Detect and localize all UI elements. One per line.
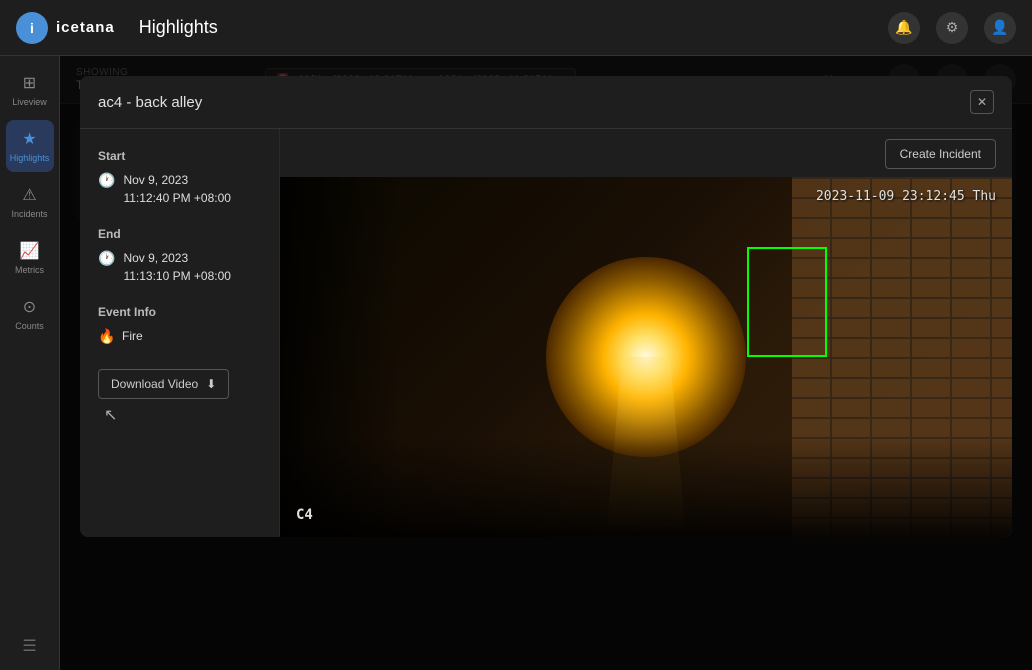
start-info-row: 🕐 Nov 9, 2023 11:12:40 PM +08:00 <box>98 171 261 207</box>
user-button[interactable]: 👤 <box>984 12 1016 44</box>
modal-video-panel: Create Incident <box>280 129 1012 537</box>
sidebar-item-incidents[interactable]: ⚠ Incidents <box>6 176 54 228</box>
liveview-icon: ⊞ <box>23 73 36 93</box>
end-clock-icon: 🕐 <box>98 250 115 267</box>
event-tag-label: Fire <box>122 329 143 343</box>
event-tag-row: 🔥 Fire <box>98 327 261 345</box>
highlight-detail-modal: ac4 - back alley ✕ Start 🕐 <box>80 76 1012 537</box>
notifications-icon: 🔔 <box>895 19 912 36</box>
sidebar-item-incidents-label: Incidents <box>11 209 47 219</box>
video-player[interactable]: 2023-11-09 23:12:45 Thu C4 <box>280 177 1012 537</box>
video-timestamp: 2023-11-09 23:12:45 Thu <box>816 189 996 204</box>
download-icon: ⬇ <box>206 377 216 391</box>
start-clock-icon: 🕐 <box>98 172 115 189</box>
end-label: End <box>98 227 261 241</box>
start-datetime: Nov 9, 2023 11:12:40 PM +08:00 <box>123 171 231 207</box>
metrics-icon: 📈 <box>20 241 40 261</box>
sidebar-item-liveview[interactable]: ⊞ Liveview <box>6 64 54 116</box>
sidebar-item-highlights[interactable]: ★ Highlights <box>6 120 54 172</box>
sidebar-item-metrics-label: Metrics <box>15 265 44 275</box>
notifications-button[interactable]: 🔔 <box>888 12 920 44</box>
sidebar-menu-toggle[interactable]: ☰ <box>6 630 54 662</box>
modal-close-button[interactable]: ✕ <box>970 90 994 114</box>
download-label: Download Video <box>111 377 198 391</box>
end-info-row: 🕐 Nov 9, 2023 11:13:10 PM +08:00 <box>98 249 261 285</box>
counts-icon: ⊙ <box>23 297 36 317</box>
page-title: Highlights <box>139 17 888 38</box>
event-info-label: Event Info <box>98 305 261 319</box>
create-incident-button[interactable]: Create Incident <box>885 139 996 169</box>
modal-title: ac4 - back alley <box>98 94 202 111</box>
modal-header: ac4 - back alley ✕ <box>80 76 1012 129</box>
video-background: 2023-11-09 23:12:45 Thu C4 <box>280 177 1012 537</box>
sidebar-item-metrics[interactable]: 📈 Metrics <box>6 232 54 284</box>
end-section: End 🕐 Nov 9, 2023 11:13:10 PM +08:00 <box>98 227 261 285</box>
end-date: Nov 9, 2023 <box>123 249 231 267</box>
sidebar-item-liveview-label: Liveview <box>12 97 47 107</box>
create-incident-label: Create Incident <box>900 147 981 161</box>
menu-icon: ☰ <box>22 636 36 656</box>
logo-icon: i <box>16 12 48 44</box>
user-icon: 👤 <box>991 19 1008 36</box>
app-logo: i icetana <box>16 12 115 44</box>
start-label: Start <box>98 149 261 163</box>
fire-icon: 🔥 <box>98 327 116 345</box>
topbar: i icetana Highlights 🔔 ⚙ 👤 <box>0 0 1032 56</box>
sidebar: ⊞ Liveview ★ Highlights ⚠ Incidents 📈 Me… <box>0 56 60 670</box>
close-icon: ✕ <box>977 95 987 109</box>
settings-button[interactable]: ⚙ <box>936 12 968 44</box>
cursor-indicator: ↖ <box>104 405 261 425</box>
sidebar-item-highlights-label: Highlights <box>10 153 50 163</box>
main-layout: ⊞ Liveview ★ Highlights ⚠ Incidents 📈 Me… <box>0 56 1032 670</box>
sidebar-item-counts[interactable]: ⊙ Counts <box>6 288 54 340</box>
download-video-button[interactable]: Download Video ⬇ <box>98 369 229 399</box>
event-info-section: Event Info 🔥 Fire <box>98 305 261 345</box>
logo-name: icetana <box>56 19 115 36</box>
incidents-icon: ⚠ <box>22 185 36 205</box>
end-datetime: Nov 9, 2023 11:13:10 PM +08:00 <box>123 249 231 285</box>
sidebar-item-counts-label: Counts <box>15 321 44 331</box>
modal-overlay: ac4 - back alley ✕ Start 🕐 <box>60 56 1032 670</box>
start-date: Nov 9, 2023 <box>123 171 231 189</box>
highlights-icon: ★ <box>22 129 36 149</box>
content-area: SHOWING Thursday, 09 Nov 2023 11:12am 📅 … <box>60 56 1032 670</box>
end-time: 11:13:10 PM +08:00 <box>123 267 231 285</box>
settings-icon: ⚙ <box>946 19 959 36</box>
start-section: Start 🕐 Nov 9, 2023 11:12:40 PM +08:00 <box>98 149 261 207</box>
start-time: 11:12:40 PM +08:00 <box>123 189 231 207</box>
topbar-actions: 🔔 ⚙ 👤 <box>888 12 1016 44</box>
modal-info-panel: Start 🕐 Nov 9, 2023 11:12:40 PM +08:00 <box>80 129 280 537</box>
camera-label: C4 <box>296 507 313 523</box>
modal-body: Start 🕐 Nov 9, 2023 11:12:40 PM +08:00 <box>80 129 1012 537</box>
detection-box <box>747 247 827 357</box>
